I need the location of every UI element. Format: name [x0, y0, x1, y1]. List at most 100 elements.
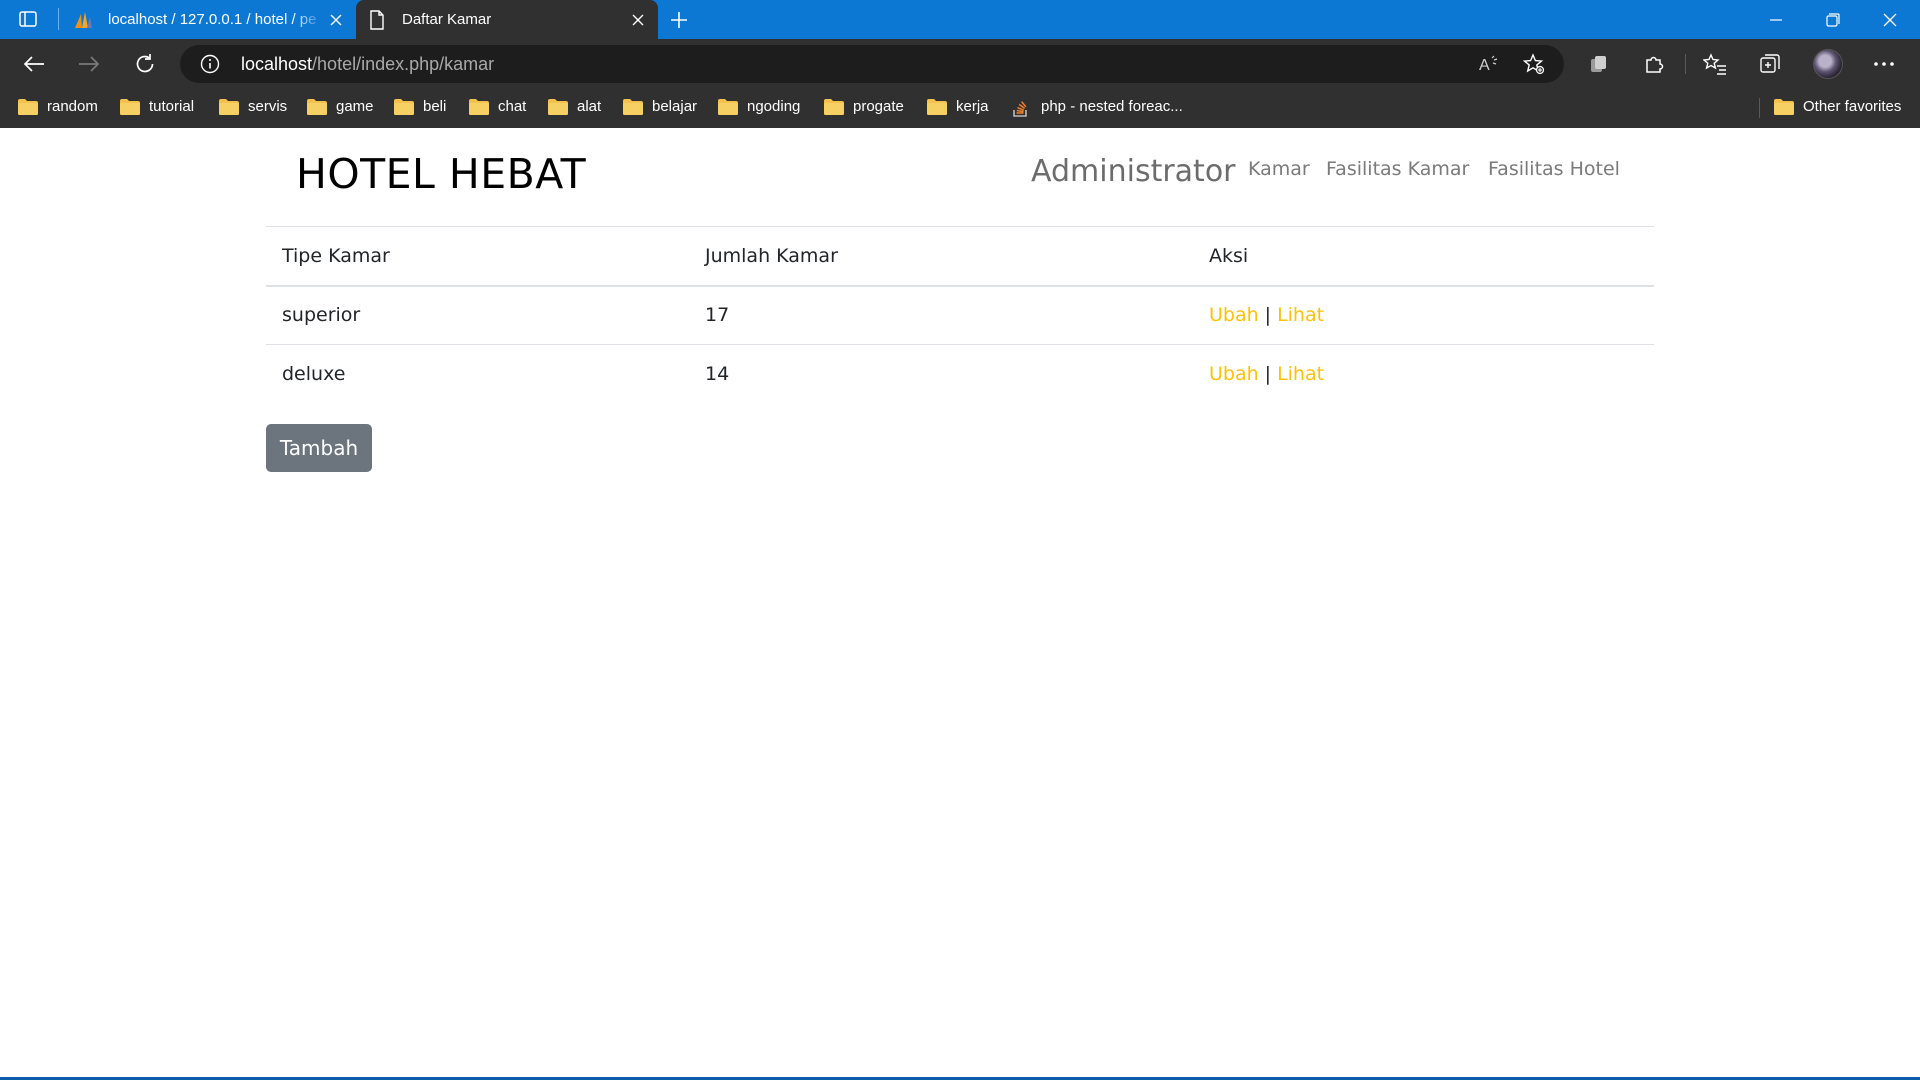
new-tab-plus-icon[interactable]	[666, 7, 692, 33]
tab-separator	[58, 8, 59, 30]
bookmark-folder-tutorial[interactable]: tutorial	[120, 89, 194, 124]
lihat-link[interactable]: Lihat	[1277, 363, 1324, 385]
folder-icon	[1774, 98, 1794, 115]
brand-title[interactable]: HOTEL HEBAT	[296, 150, 586, 198]
folder-icon	[469, 98, 489, 115]
bookmark-folder-alat[interactable]: alat	[548, 89, 601, 124]
url-host: localhost	[241, 54, 313, 74]
folder-icon	[18, 98, 38, 115]
collections-icon[interactable]	[1757, 51, 1783, 77]
cell-tipe: superior	[282, 304, 361, 327]
header-jumlah-kamar: Jumlah Kamar	[705, 244, 838, 267]
lihat-link[interactable]: Lihat	[1277, 304, 1324, 326]
phpmyadmin-sail-icon	[72, 9, 94, 31]
minimize-icon[interactable]	[1748, 0, 1804, 39]
bookmark-folder-belajar[interactable]: belajar	[623, 89, 697, 124]
bookmark-label: chat	[498, 98, 527, 115]
svg-text:A: A	[1479, 57, 1490, 73]
bookmark-stackoverflow-link[interactable]: php - nested foreac...	[1012, 89, 1183, 124]
kamar-table: Tipe Kamar Jumlah Kamar Aksi superior 17…	[266, 226, 1654, 404]
bookmark-label: random	[47, 98, 98, 115]
tab-close-icon[interactable]	[324, 8, 348, 32]
read-aloud-icon[interactable]: A	[1479, 53, 1501, 75]
tab-daftar-kamar[interactable]: Daftar Kamar	[356, 0, 658, 39]
extensions-puzzle-icon[interactable]	[1641, 51, 1667, 77]
nav-link-kamar[interactable]: Kamar	[1248, 158, 1310, 180]
cell-tipe: deluxe	[282, 363, 346, 386]
bookmark-label: alat	[577, 98, 602, 115]
tab-title: Daftar Kamar	[402, 11, 492, 28]
cell-jumlah: 17	[705, 304, 730, 327]
table-row: deluxe 14 Ubah | Lihat	[266, 345, 1654, 404]
close-window-icon[interactable]	[1862, 0, 1918, 39]
action-separator: |	[1264, 304, 1272, 327]
header-tipe-kamar: Tipe Kamar	[282, 244, 390, 267]
bookmark-label: tutorial	[149, 98, 195, 115]
address-bar[interactable]: localhost/hotel/index.php/kamar A	[180, 45, 1564, 83]
bookmark-label: beli	[423, 98, 447, 115]
bookmark-label: ngoding	[747, 98, 801, 115]
table-header-row: Tipe Kamar Jumlah Kamar Aksi	[266, 226, 1654, 286]
ubah-link[interactable]: Ubah	[1209, 304, 1259, 326]
url-path: /hotel/index.php/kamar	[312, 54, 495, 74]
cell-jumlah: 14	[705, 363, 730, 386]
folder-icon	[394, 98, 414, 115]
bookmark-folder-servis[interactable]: servis	[219, 89, 287, 124]
tab-phpmyadmin[interactable]: localhost / 127.0.0.1 / hotel / pe	[62, 0, 356, 39]
bookmark-label: php - nested foreac...	[1041, 98, 1183, 115]
folder-icon	[548, 98, 568, 115]
bookmark-label: game	[336, 98, 374, 115]
toolbar-separator	[1685, 54, 1686, 74]
nav-link-fasilitas-hotel[interactable]: Fasilitas Hotel	[1488, 158, 1620, 180]
collections-app-icon[interactable]	[1586, 51, 1612, 77]
more-options-icon[interactable]	[1871, 51, 1897, 77]
folder-icon	[307, 98, 327, 115]
back-arrow-icon[interactable]	[21, 51, 47, 77]
folder-icon	[219, 98, 239, 115]
header-aksi: Aksi	[1209, 244, 1249, 267]
restore-icon[interactable]	[1805, 0, 1861, 39]
add-favorite-star-icon[interactable]	[1523, 53, 1545, 75]
bookmark-other-favorites[interactable]: Other favorites	[1774, 89, 1901, 124]
url-text[interactable]: localhost/hotel/index.php/kamar	[241, 54, 494, 75]
bookmark-folder-random[interactable]: random	[18, 89, 98, 124]
bookmark-folder-ngoding[interactable]: ngoding	[718, 89, 800, 124]
favorites-list-icon[interactable]	[1702, 51, 1728, 77]
browser-toolbar: localhost/hotel/index.php/kamar A	[0, 39, 1920, 89]
cell-aksi: Ubah | Lihat	[1193, 286, 1654, 345]
browser-titlebar: localhost / 127.0.0.1 / hotel / pe Dafta…	[0, 0, 1920, 39]
forward-arrow-icon	[76, 51, 102, 77]
page-document-icon	[366, 9, 388, 31]
bookmark-label: kerja	[956, 98, 989, 115]
folder-icon	[120, 98, 140, 115]
tab-title: localhost / 127.0.0.1 / hotel / pe	[108, 11, 317, 28]
tambah-button[interactable]: Tambah	[266, 424, 372, 472]
nav-link-fasilitas-kamar[interactable]: Fasilitas Kamar	[1326, 158, 1469, 180]
folder-icon	[718, 98, 738, 115]
bookmarks-separator	[1759, 98, 1760, 118]
bookmark-folder-progate[interactable]: progate	[824, 89, 904, 124]
bookmark-folder-beli[interactable]: beli	[394, 89, 446, 124]
bookmark-folder-kerja[interactable]: kerja	[927, 89, 989, 124]
bookmark-folder-chat[interactable]: chat	[469, 89, 526, 124]
bookmark-label: progate	[853, 98, 904, 115]
sidebar-toggle-icon[interactable]	[18, 9, 38, 29]
folder-icon	[824, 98, 844, 115]
profile-avatar[interactable]	[1813, 49, 1843, 79]
ubah-link[interactable]: Ubah	[1209, 363, 1259, 385]
nav-administrator[interactable]: Administrator	[1031, 154, 1236, 189]
bookmarks-bar: random tutorial servis game beli chat al…	[0, 89, 1920, 128]
folder-icon	[623, 98, 643, 115]
bookmark-label: belajar	[652, 98, 698, 115]
cell-aksi: Ubah | Lihat	[1193, 345, 1654, 404]
bookmark-label: servis	[248, 98, 288, 115]
table-row: superior 17 Ubah | Lihat	[266, 286, 1654, 345]
bookmark-folder-game[interactable]: game	[307, 89, 374, 124]
stackoverflow-icon	[1012, 99, 1032, 117]
action-separator: |	[1264, 363, 1272, 386]
site-info-icon[interactable]	[200, 54, 220, 74]
page-content: HOTEL HEBAT Administrator Kamar Fasilita…	[0, 128, 1920, 1078]
folder-icon	[927, 98, 947, 115]
tab-close-icon[interactable]	[626, 8, 650, 32]
refresh-icon[interactable]	[132, 51, 158, 77]
